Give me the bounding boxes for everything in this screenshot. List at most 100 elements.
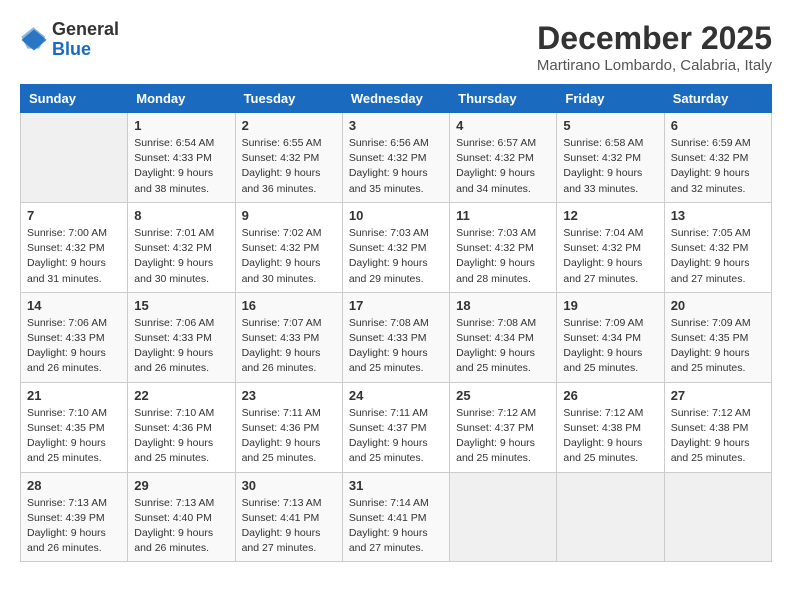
calendar-day-cell: 22Sunrise: 7:10 AMSunset: 4:36 PMDayligh… <box>128 382 235 472</box>
calendar-day-cell <box>664 472 771 562</box>
day-number: 23 <box>242 388 336 403</box>
day-info: Sunrise: 7:02 AMSunset: 4:32 PMDaylight:… <box>242 226 336 287</box>
calendar-day-cell: 24 Sunrise: 7:11 AMSunset: 4:37 PMDayligh… <box>342 382 449 472</box>
weekday-header: Wednesday <box>342 85 449 113</box>
calendar-day-cell: 17Sunrise: 7:08 AMSunset: 4:33 PMDayligh… <box>342 292 449 382</box>
day-number: 10 <box>349 208 443 223</box>
calendar-day-cell: 7 Sunrise: 7:00 AMSunset: 4:32 PMDaylight… <box>21 202 128 292</box>
calendar-day-cell: 2 Sunrise: 6:55 AMSunset: 4:32 PMDaylight… <box>235 113 342 203</box>
calendar-day-cell <box>450 472 557 562</box>
day-number: 25 <box>456 388 550 403</box>
calendar-day-cell: 13 Sunrise: 7:05 AMSunset: 4:32 PMDayligh… <box>664 202 771 292</box>
day-info: Sunrise: 6:55 AMSunset: 4:32 PMDaylight:… <box>242 136 336 197</box>
day-number: 31 <box>349 478 443 493</box>
calendar-week-row: 14 Sunrise: 7:06 AMSunset: 4:33 PMDayligh… <box>21 292 772 382</box>
calendar-day-cell: 4Sunrise: 6:57 AMSunset: 4:32 PMDaylight… <box>450 113 557 203</box>
day-number: 26 <box>563 388 657 403</box>
day-info: Sunrise: 7:11 AMSunset: 4:37 PMDaylight:… <box>349 406 443 467</box>
calendar-day-cell: 6Sunrise: 6:59 AMSunset: 4:32 PMDaylight… <box>664 113 771 203</box>
calendar-day-cell: 10Sunrise: 7:03 AMSunset: 4:32 PMDayligh… <box>342 202 449 292</box>
calendar-day-cell: 30 Sunrise: 7:13 AMSunset: 4:41 PMDayligh… <box>235 472 342 562</box>
calendar-day-cell: 5 Sunrise: 6:58 AMSunset: 4:32 PMDaylight… <box>557 113 664 203</box>
day-info: Sunrise: 7:10 AMSunset: 4:35 PMDaylight:… <box>27 406 121 467</box>
day-number: 30 <box>242 478 336 493</box>
weekday-header-row: SundayMondayTuesdayWednesdayThursdayFrid… <box>21 85 772 113</box>
day-info: Sunrise: 7:12 AMSunset: 4:37 PMDaylight:… <box>456 406 550 467</box>
day-info: Sunrise: 7:13 AMSunset: 4:41 PMDaylight:… <box>242 496 336 557</box>
day-number: 8 <box>134 208 228 223</box>
weekday-header: Friday <box>557 85 664 113</box>
day-info: Sunrise: 7:06 AMSunset: 4:33 PMDaylight:… <box>27 316 121 377</box>
day-number: 19 <box>563 298 657 313</box>
calendar-day-cell: 11Sunrise: 7:03 AMSunset: 4:32 PMDayligh… <box>450 202 557 292</box>
day-number: 9 <box>242 208 336 223</box>
day-info: Sunrise: 7:11 AMSunset: 4:36 PMDaylight:… <box>242 406 336 467</box>
day-info: Sunrise: 7:12 AMSunset: 4:38 PMDaylight:… <box>563 406 657 467</box>
calendar-day-cell: 12Sunrise: 7:04 AMSunset: 4:32 PMDayligh… <box>557 202 664 292</box>
day-info: Sunrise: 7:14 AMSunset: 4:41 PMDaylight:… <box>349 496 443 557</box>
day-info: Sunrise: 6:56 AMSunset: 4:32 PMDaylight:… <box>349 136 443 197</box>
logo-icon <box>20 26 48 54</box>
calendar-subtitle: Martirano Lombardo, Calabria, Italy <box>537 57 772 74</box>
day-number: 3 <box>349 118 443 133</box>
calendar-day-cell: 26 Sunrise: 7:12 AMSunset: 4:38 PMDayligh… <box>557 382 664 472</box>
calendar-day-cell: 3 Sunrise: 6:56 AMSunset: 4:32 PMDaylight… <box>342 113 449 203</box>
day-number: 1 <box>134 118 228 133</box>
day-info: Sunrise: 7:06 AMSunset: 4:33 PMDaylight:… <box>134 316 228 377</box>
logo: General Blue <box>20 20 119 60</box>
day-number: 2 <box>242 118 336 133</box>
day-number: 5 <box>563 118 657 133</box>
day-info: Sunrise: 6:59 AMSunset: 4:32 PMDaylight:… <box>671 136 765 197</box>
logo-text: General Blue <box>52 20 119 60</box>
calendar-day-cell <box>21 113 128 203</box>
day-number: 7 <box>27 208 121 223</box>
day-number: 15 <box>134 298 228 313</box>
calendar-table: SundayMondayTuesdayWednesdayThursdayFrid… <box>20 84 772 562</box>
calendar-day-cell: 20 Sunrise: 7:09 AMSunset: 4:35 PMDayligh… <box>664 292 771 382</box>
day-info: Sunrise: 7:09 AMSunset: 4:34 PMDaylight:… <box>563 316 657 377</box>
day-number: 13 <box>671 208 765 223</box>
weekday-header: Saturday <box>664 85 771 113</box>
day-info: Sunrise: 7:08 AMSunset: 4:34 PMDaylight:… <box>456 316 550 377</box>
calendar-day-cell: 21 Sunrise: 7:10 AMSunset: 4:35 PMDayligh… <box>21 382 128 472</box>
day-info: Sunrise: 7:09 AMSunset: 4:35 PMDaylight:… <box>671 316 765 377</box>
calendar-day-cell: 31 Sunrise: 7:14 AMSunset: 4:41 PMDayligh… <box>342 472 449 562</box>
calendar-day-cell: 15 Sunrise: 7:06 AMSunset: 4:33 PMDayligh… <box>128 292 235 382</box>
day-number: 17 <box>349 298 443 313</box>
calendar-day-cell: 14 Sunrise: 7:06 AMSunset: 4:33 PMDayligh… <box>21 292 128 382</box>
weekday-header: Tuesday <box>235 85 342 113</box>
day-info: Sunrise: 6:54 AMSunset: 4:33 PMDaylight:… <box>134 136 228 197</box>
calendar-day-cell: 8 Sunrise: 7:01 AMSunset: 4:32 PMDaylight… <box>128 202 235 292</box>
day-info: Sunrise: 7:13 AMSunset: 4:40 PMDaylight:… <box>134 496 228 557</box>
calendar-day-cell: 29 Sunrise: 7:13 AMSunset: 4:40 PMDayligh… <box>128 472 235 562</box>
day-number: 14 <box>27 298 121 313</box>
calendar-day-cell: 27Sunrise: 7:12 AMSunset: 4:38 PMDayligh… <box>664 382 771 472</box>
day-number: 4 <box>456 118 550 133</box>
calendar-day-cell: 28Sunrise: 7:13 AMSunset: 4:39 PMDayligh… <box>21 472 128 562</box>
weekday-header: Sunday <box>21 85 128 113</box>
day-number: 20 <box>671 298 765 313</box>
calendar-week-row: 1 Sunrise: 6:54 AMSunset: 4:33 PMDaylight… <box>21 113 772 203</box>
day-number: 22 <box>134 388 228 403</box>
day-number: 24 <box>349 388 443 403</box>
calendar-week-row: 28Sunrise: 7:13 AMSunset: 4:39 PMDayligh… <box>21 472 772 562</box>
day-info: Sunrise: 7:05 AMSunset: 4:32 PMDaylight:… <box>671 226 765 287</box>
day-info: Sunrise: 6:58 AMSunset: 4:32 PMDaylight:… <box>563 136 657 197</box>
day-number: 29 <box>134 478 228 493</box>
calendar-day-cell: 1 Sunrise: 6:54 AMSunset: 4:33 PMDaylight… <box>128 113 235 203</box>
calendar-day-cell: 19 Sunrise: 7:09 AMSunset: 4:34 PMDayligh… <box>557 292 664 382</box>
calendar-day-cell: 23 Sunrise: 7:11 AMSunset: 4:36 PMDayligh… <box>235 382 342 472</box>
day-info: Sunrise: 7:00 AMSunset: 4:32 PMDaylight:… <box>27 226 121 287</box>
page-header: General Blue December 2025 Martirano Lom… <box>20 20 772 74</box>
weekday-header: Thursday <box>450 85 557 113</box>
day-info: Sunrise: 7:13 AMSunset: 4:39 PMDaylight:… <box>27 496 121 557</box>
day-number: 18 <box>456 298 550 313</box>
calendar-week-row: 21 Sunrise: 7:10 AMSunset: 4:35 PMDayligh… <box>21 382 772 472</box>
day-info: Sunrise: 7:01 AMSunset: 4:32 PMDaylight:… <box>134 226 228 287</box>
day-number: 27 <box>671 388 765 403</box>
calendar-day-cell: 16Sunrise: 7:07 AMSunset: 4:33 PMDayligh… <box>235 292 342 382</box>
calendar-day-cell: 9 Sunrise: 7:02 AMSunset: 4:32 PMDaylight… <box>235 202 342 292</box>
calendar-week-row: 7 Sunrise: 7:00 AMSunset: 4:32 PMDaylight… <box>21 202 772 292</box>
day-number: 16 <box>242 298 336 313</box>
day-number: 21 <box>27 388 121 403</box>
